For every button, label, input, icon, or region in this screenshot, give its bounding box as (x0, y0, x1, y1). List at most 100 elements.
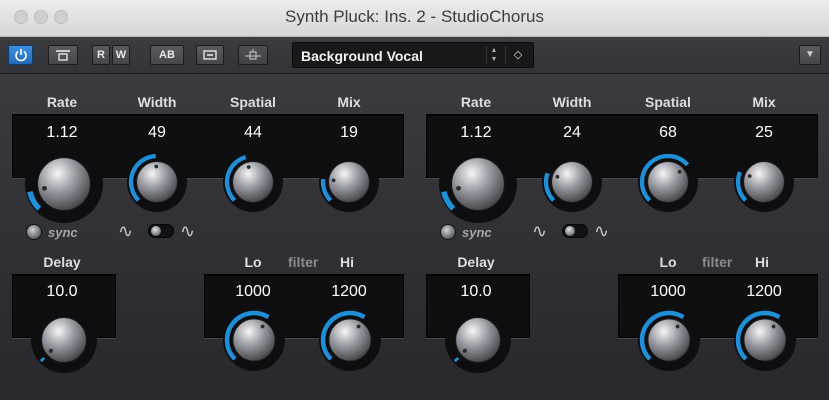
knob-graphic (127, 152, 187, 212)
knob-pointer (48, 348, 53, 353)
knob-cap (743, 318, 787, 362)
right-mix-label: Mix (752, 94, 776, 110)
bypass-button[interactable] (48, 45, 78, 65)
knob-pointer (462, 348, 467, 353)
ab-compare-button[interactable]: AB (150, 45, 184, 65)
up-arrow-icon: ▲ (490, 47, 498, 54)
knob-graphic (223, 309, 285, 371)
right-waveform-toggle[interactable] (562, 224, 588, 238)
left-rate-knob[interactable] (24, 144, 104, 224)
knob-cap (647, 161, 689, 203)
right-rate-value: 1.12 (460, 124, 492, 141)
left-lo-knob[interactable] (222, 308, 286, 372)
collapse-button[interactable]: ▼ (799, 45, 821, 65)
down-arrow-icon: ▼ (490, 56, 498, 63)
right-width-knob[interactable] (541, 151, 603, 213)
knob-cap (743, 161, 785, 203)
preset-icon (203, 50, 217, 60)
right-sync-label: sync (462, 225, 492, 240)
right-mix-knob[interactable] (733, 151, 795, 213)
knob-cap (232, 318, 276, 362)
write-automation-button[interactable]: W (112, 45, 130, 65)
left-waveform-toggle[interactable] (148, 224, 174, 238)
read-automation-button[interactable]: R (92, 45, 110, 65)
sine-wave-icon: ∿ (118, 221, 134, 241)
knob-cap (451, 157, 505, 211)
left-mix-value: 19 (340, 124, 358, 141)
knob-graphic (542, 152, 602, 212)
left-spatial-label: Spatial (230, 94, 276, 110)
knob-graphic (25, 145, 103, 223)
plugin-window: Synth Pluck: Ins. 2 - StudioChorus R W A… (0, 0, 829, 400)
left-mix-label: Mix (337, 94, 361, 110)
knob-graphic (223, 152, 283, 212)
left-width-label: Width (137, 94, 177, 110)
right-width-value: 24 (563, 124, 581, 141)
left-hi-label: Hi (340, 254, 354, 270)
knob-cap (328, 161, 370, 203)
right-hi-knob[interactable] (733, 308, 797, 372)
right-spatial-knob[interactable] (637, 151, 699, 213)
right-hi-label: Hi (755, 254, 769, 270)
knob-pointer (555, 174, 560, 179)
knob-graphic (319, 309, 381, 371)
knob-pointer (771, 324, 776, 329)
preset-menu-button[interactable]: ◇ (505, 46, 530, 64)
left-lo-label: Lo (244, 254, 262, 270)
knob-graphic (734, 309, 796, 371)
right-rate-knob[interactable] (438, 144, 518, 224)
right-sync-button[interactable] (440, 224, 456, 240)
left-rate-value: 1.12 (46, 124, 78, 141)
right-spatial-label: Spatial (645, 94, 691, 110)
knob-cap (232, 161, 274, 203)
power-button[interactable] (8, 45, 33, 65)
knob-pointer (747, 174, 752, 178)
left-mix-knob[interactable] (318, 151, 380, 213)
knob-graphic (445, 307, 511, 373)
triangle-wave-icon: ∿ (594, 221, 610, 241)
knob-pointer (675, 324, 680, 329)
right-lo-value: 1000 (650, 283, 686, 300)
right-hi-value: 1200 (746, 283, 782, 300)
bypass-icon (56, 50, 70, 61)
left-width-value: 49 (148, 124, 166, 141)
knob-value-arc (39, 356, 46, 363)
left-spatial-knob[interactable] (222, 151, 284, 213)
left-delay-knob[interactable] (30, 306, 98, 374)
right-delay-knob[interactable] (444, 306, 512, 374)
knob-pointer (356, 324, 361, 329)
power-icon (14, 49, 27, 62)
right-spatial-value: 68 (659, 124, 677, 141)
sidechain-icon (245, 49, 261, 60)
knob-cap (455, 317, 501, 363)
left-sync-button[interactable] (26, 224, 42, 240)
knob-cap (41, 317, 87, 363)
effect-panel: Rate Width Spatial Mix 1.12 49 44 19 syn… (0, 74, 829, 400)
knob-pointer (456, 185, 461, 191)
left-hi-value: 1200 (331, 283, 367, 300)
right-delay-label: Delay (457, 254, 495, 270)
preset-spinner[interactable]: ▲ ▼ (486, 46, 501, 64)
right-delay-value: 10.0 (460, 283, 492, 300)
toggle-thumb (565, 226, 575, 236)
left-sync-label: sync (48, 225, 78, 240)
toggle-thumb (151, 226, 161, 236)
knob-graphic (734, 152, 794, 212)
triangle-wave-icon: ∿ (180, 221, 196, 241)
knob-graphic (638, 309, 700, 371)
save-preset-button[interactable] (196, 45, 224, 65)
preset-browser[interactable]: Background Vocal ▲ ▼ ◇ (292, 42, 534, 68)
knob-cap (37, 157, 91, 211)
knob-pointer (677, 169, 682, 174)
diamond-icon: ◇ (513, 49, 523, 61)
knob-pointer (260, 324, 265, 329)
sidechain-button[interactable] (238, 45, 268, 65)
left-width-knob[interactable] (126, 151, 188, 213)
left-hi-knob[interactable] (318, 308, 382, 372)
right-lo-knob[interactable] (637, 308, 701, 372)
chevron-down-icon: ▼ (805, 49, 815, 60)
title-bar: Synth Pluck: Ins. 2 - StudioChorus (0, 0, 829, 37)
preset-name: Background Vocal (301, 48, 423, 64)
window-title: Synth Pluck: Ins. 2 - StudioChorus (285, 7, 544, 26)
right-lo-label: Lo (659, 254, 677, 270)
